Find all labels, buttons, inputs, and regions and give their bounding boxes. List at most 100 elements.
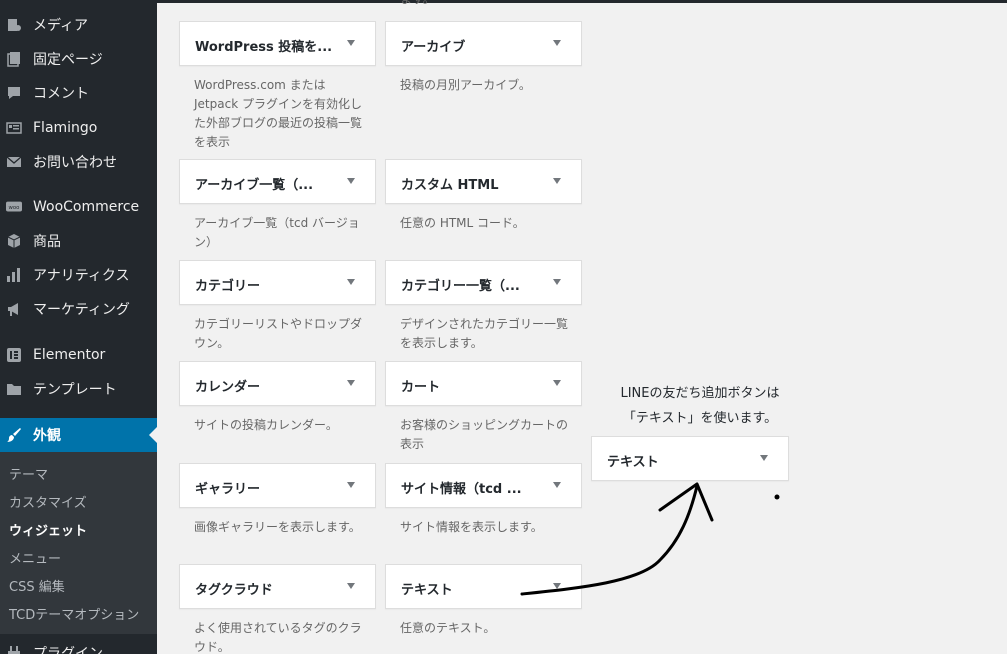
menu-pages[interactable]: 固定ページ bbox=[0, 42, 157, 76]
menu-comments[interactable]: コメント bbox=[0, 76, 157, 110]
widget-custom-html[interactable]: カスタム HTML bbox=[385, 159, 582, 204]
expand-arrow-icon[interactable] bbox=[553, 482, 561, 488]
widget-category-list[interactable]: カテゴリー一覧（... bbox=[385, 260, 582, 305]
submenu-widgets[interactable]: ウィジェット bbox=[9, 520, 87, 539]
menu-appearance[interactable]: 外観 bbox=[0, 418, 157, 452]
widget-desc: アーカイブ一覧（tcd バージョン） bbox=[194, 216, 360, 249]
expand-arrow-icon[interactable] bbox=[347, 178, 355, 184]
page-icon bbox=[6, 51, 22, 67]
svg-text:woo: woo bbox=[9, 205, 20, 211]
menu-pages-label: 固定ページ bbox=[33, 52, 103, 68]
menu-analytics[interactable]: アナリティクス bbox=[0, 258, 157, 292]
media-icon bbox=[6, 17, 22, 33]
widget-desc: サイトの投稿カレンダー。 bbox=[194, 418, 338, 432]
annotation-text-widget: テキスト bbox=[591, 436, 789, 481]
widget-desc: WordPress.com または Jetpack プラグインを有効化した外部ブ… bbox=[194, 78, 363, 149]
expand-arrow-icon[interactable] bbox=[553, 583, 561, 589]
widget-site-info[interactable]: サイト情報（tcd ... bbox=[385, 463, 582, 508]
expand-arrow-icon[interactable] bbox=[347, 40, 355, 46]
widget-title: ギャラリー bbox=[195, 482, 261, 497]
admin-sidebar: メディア 固定ページ コメント Flamingo お問い合わせ woo WooC… bbox=[0, 0, 157, 654]
expand-arrow-icon[interactable] bbox=[553, 380, 561, 386]
menu-templates[interactable]: テンプレート bbox=[0, 372, 157, 406]
submenu-menus[interactable]: メニュー bbox=[9, 548, 61, 567]
flamingo-icon bbox=[6, 120, 22, 136]
widget-desc: よく使用されているタグのクラウド。 bbox=[194, 621, 362, 654]
menu-marketing[interactable]: マーケティング bbox=[0, 292, 157, 326]
widget-desc: デザインされたカテゴリー一覧を表示します。 bbox=[400, 317, 569, 350]
expand-arrow-icon bbox=[760, 455, 768, 461]
widget-categories[interactable]: カテゴリー bbox=[179, 260, 376, 305]
woocommerce-icon: woo bbox=[6, 199, 22, 215]
mail-icon bbox=[6, 154, 22, 170]
widget-title: アーカイブ bbox=[401, 40, 466, 55]
menu-media-label: メディア bbox=[33, 18, 89, 34]
menu-media[interactable]: メディア bbox=[0, 8, 157, 42]
menu-plugins-label: プラグイン bbox=[33, 646, 103, 654]
menu-products[interactable]: 商品 bbox=[0, 224, 157, 258]
menu-plugins[interactable]: プラグイン bbox=[0, 636, 157, 654]
submenu-css-edit[interactable]: CSS 編集 bbox=[9, 576, 65, 595]
widget-title: カテゴリー bbox=[195, 279, 261, 294]
admin-top-bar bbox=[157, 0, 1007, 3]
menu-templates-label: テンプレート bbox=[33, 382, 117, 398]
menu-contact-label: お問い合わせ bbox=[33, 155, 117, 171]
submenu-customize[interactable]: カスタマイズ bbox=[9, 492, 87, 511]
comment-icon bbox=[6, 85, 22, 101]
widget-cart[interactable]: カート bbox=[385, 361, 582, 406]
widget-desc-cut: ます。 bbox=[400, 0, 500, 9]
widget-desc: カテゴリーリストやドロップダウン。 bbox=[194, 317, 363, 350]
annotation-line-1: LINEの友だち追加ボタンは bbox=[620, 386, 780, 401]
widget-wordpress-posts[interactable]: WordPress 投稿を... bbox=[179, 21, 376, 66]
widget-title: カテゴリー一覧（... bbox=[401, 279, 520, 294]
appearance-submenu: テーマ カスタマイズ ウィジェット メニュー CSS 編集 TCDテーマオプショ… bbox=[0, 452, 157, 634]
menu-marketing-label: マーケティング bbox=[33, 302, 130, 318]
widget-title: カスタム HTML bbox=[401, 178, 499, 193]
widget-desc: 任意の HTML コード。 bbox=[400, 216, 525, 230]
expand-arrow-icon[interactable] bbox=[347, 279, 355, 285]
widget-calendar[interactable]: カレンダー bbox=[179, 361, 376, 406]
menu-analytics-label: アナリティクス bbox=[33, 268, 130, 284]
submenu-themes[interactable]: テーマ bbox=[9, 464, 48, 483]
widget-desc: サイト情報を表示します。 bbox=[400, 520, 543, 534]
widget-archive-list[interactable]: アーカイブ一覧（... bbox=[179, 159, 376, 204]
menu-elementor[interactable]: Elementor bbox=[0, 338, 157, 372]
menu-flamingo-label: Flamingo bbox=[33, 120, 98, 136]
menu-flamingo[interactable]: Flamingo bbox=[0, 111, 157, 145]
expand-arrow-icon[interactable] bbox=[347, 380, 355, 386]
widget-archives[interactable]: アーカイブ bbox=[385, 21, 582, 66]
expand-arrow-icon[interactable] bbox=[347, 583, 355, 589]
analytics-icon bbox=[6, 267, 22, 283]
expand-arrow-icon[interactable] bbox=[553, 279, 561, 285]
expand-arrow-icon[interactable] bbox=[553, 40, 561, 46]
megaphone-icon bbox=[6, 301, 22, 317]
product-icon bbox=[6, 233, 22, 249]
widget-title: サイト情報（tcd ... bbox=[401, 482, 522, 497]
widget-title: カレンダー bbox=[195, 380, 261, 395]
menu-elementor-label: Elementor bbox=[33, 347, 106, 363]
widget-gallery[interactable]: ギャラリー bbox=[179, 463, 376, 508]
submenu-tcd-options[interactable]: TCDテーマオプション bbox=[9, 604, 139, 623]
widget-desc: 画像ギャラリーを表示します。 bbox=[194, 520, 361, 534]
menu-woocommerce[interactable]: woo WooCommerce bbox=[0, 190, 157, 224]
menu-appearance-label: 外観 bbox=[33, 428, 61, 444]
brush-icon bbox=[6, 427, 22, 443]
widget-desc: 投稿の月別アーカイブ。 bbox=[400, 78, 531, 92]
widget-text[interactable]: テキスト bbox=[385, 564, 582, 609]
widget-title: タグクラウド bbox=[195, 583, 273, 598]
widget-title: カート bbox=[401, 380, 441, 395]
folder-icon bbox=[6, 381, 22, 397]
menu-products-label: 商品 bbox=[33, 234, 61, 250]
widget-desc: お客様のショッピングカートの表示 bbox=[400, 418, 569, 451]
menu-comments-label: コメント bbox=[33, 86, 89, 102]
widget-tag-cloud[interactable]: タグクラウド bbox=[179, 564, 376, 609]
plugin-icon bbox=[6, 645, 22, 654]
expand-arrow-icon[interactable] bbox=[347, 482, 355, 488]
widget-title: WordPress 投稿を... bbox=[195, 40, 333, 55]
menu-contact[interactable]: お問い合わせ bbox=[0, 145, 157, 179]
widget-desc: 任意のテキスト。 bbox=[400, 621, 496, 635]
annotation-line-2: 「テキスト」を使います。 bbox=[622, 411, 778, 426]
elementor-icon bbox=[6, 347, 22, 363]
menu-woocommerce-label: WooCommerce bbox=[33, 199, 140, 215]
expand-arrow-icon[interactable] bbox=[553, 178, 561, 184]
